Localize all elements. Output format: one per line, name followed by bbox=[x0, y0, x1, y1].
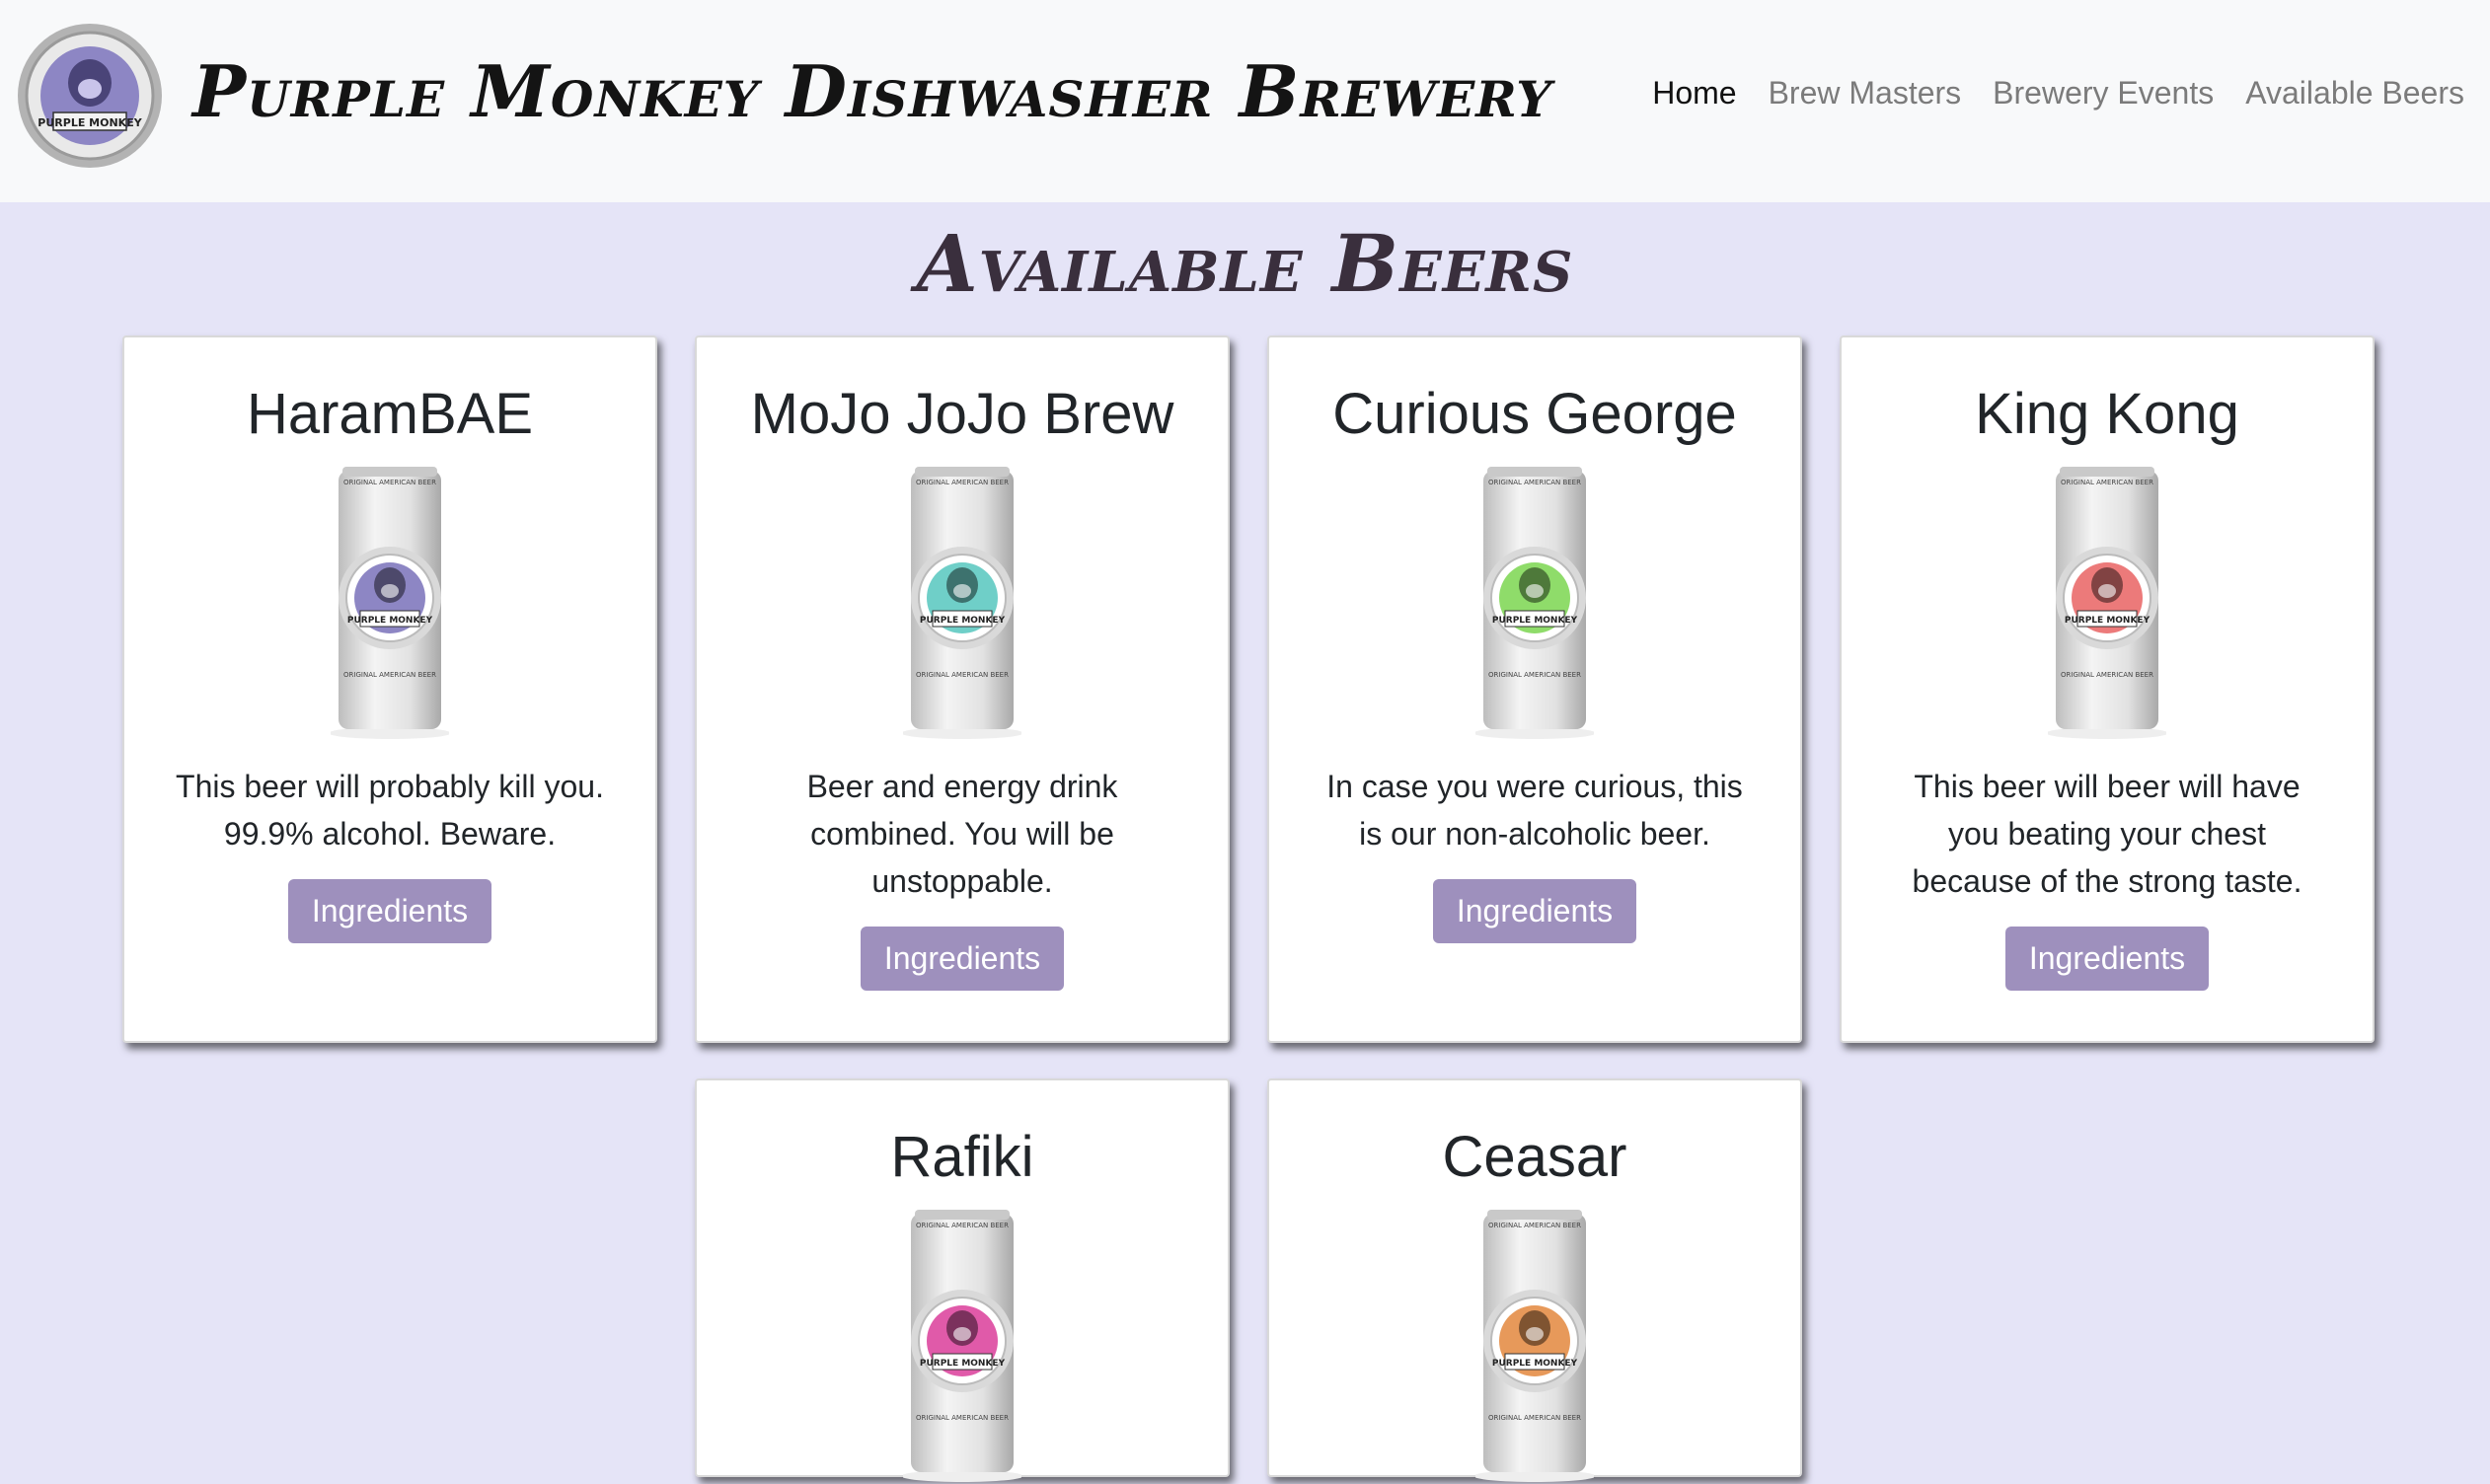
beer-card: HaramBAE ORIGINAL AMERICAN BEER PURPLE MO… bbox=[122, 335, 657, 1043]
beer-card: Curious George ORIGINAL AMERICAN BEER PUR… bbox=[1267, 335, 1802, 1043]
nav-brewery-events[interactable]: Brewery Events bbox=[1993, 75, 2214, 111]
can-badge-text: PURPLE MONKEY bbox=[920, 616, 1006, 626]
can-top-text: ORIGINAL AMERICAN BEER bbox=[916, 479, 1009, 486]
ingredients-button[interactable]: Ingredients bbox=[287, 879, 492, 943]
beer-description: In case you were curious, this is our no… bbox=[1326, 769, 1743, 852]
beer-name: Curious George bbox=[1332, 382, 1737, 446]
beer-card: King Kong ORIGINAL AMERICAN BEER PURPLE M… bbox=[1840, 335, 2375, 1043]
beer-description: This beer will probably kill you. 99.9% … bbox=[176, 769, 604, 852]
beer-can-image: ORIGINAL AMERICAN BEER PURPLE MONKEY ORIGI… bbox=[903, 467, 1021, 739]
ingredients-button[interactable]: Ingredients bbox=[860, 927, 1065, 991]
ingredients-button[interactable]: Ingredients bbox=[1432, 879, 1637, 943]
can-top-text: ORIGINAL AMERICAN BEER bbox=[916, 1222, 1009, 1229]
beer-name: King Kong bbox=[1975, 382, 2239, 446]
can-bottom-text: ORIGINAL AMERICAN BEER bbox=[916, 671, 1009, 679]
beer-card: Ceasar ORIGINAL AMERICAN BEER PURPLE MONK… bbox=[1267, 1078, 1802, 1482]
nav-home[interactable]: Home bbox=[1652, 75, 1736, 111]
beer-can-image: ORIGINAL AMERICAN BEER PURPLE MONKEY ORIGI… bbox=[2048, 467, 2166, 739]
nav-brew-masters[interactable]: Brew Masters bbox=[1769, 75, 1962, 111]
can-top-text: ORIGINAL AMERICAN BEER bbox=[1488, 1222, 1581, 1229]
beer-name: MoJo JoJo Brew bbox=[750, 382, 1174, 446]
can-bottom-text: ORIGINAL AMERICAN BEER bbox=[1488, 671, 1581, 679]
nav-links: Home Brew Masters Brewery Events Availab… bbox=[1652, 75, 2464, 111]
navbar: PURPLE MONKEY Purple Monkey Dishwasher B… bbox=[0, 0, 2490, 202]
can-top-text: ORIGINAL AMERICAN BEER bbox=[2061, 479, 2153, 486]
can-badge-text: PURPLE MONKEY bbox=[2065, 616, 2150, 626]
can-top-text: ORIGINAL AMERICAN BEER bbox=[1488, 479, 1581, 486]
beer-name: HaramBAE bbox=[246, 382, 534, 446]
beer-name: Ceasar bbox=[1442, 1125, 1627, 1189]
beer-description: Beer and energy drink combined. You will… bbox=[806, 769, 1118, 899]
beer-can-image: ORIGINAL AMERICAN BEER PURPLE MONKEY ORIGI… bbox=[1475, 1210, 1594, 1482]
beer-can-image: ORIGINAL AMERICAN BEER PURPLE MONKEY ORIGI… bbox=[903, 1210, 1021, 1482]
can-bottom-text: ORIGINAL AMERICAN BEER bbox=[916, 1414, 1009, 1422]
page-title: Available Beers bbox=[916, 217, 1574, 310]
brand-name[interactable]: Purple Monkey Dishwasher Brewery bbox=[192, 49, 1552, 133]
can-badge-text: PURPLE MONKEY bbox=[1492, 1359, 1578, 1369]
svg-text:PURPLE MONKEY: PURPLE MONKEY bbox=[38, 116, 142, 129]
nav-available-beers[interactable]: Available Beers bbox=[2245, 75, 2464, 111]
can-badge-text: PURPLE MONKEY bbox=[920, 1359, 1006, 1369]
can-top-text: ORIGINAL AMERICAN BEER bbox=[343, 479, 436, 486]
can-bottom-text: ORIGINAL AMERICAN BEER bbox=[1488, 1414, 1581, 1422]
beer-card: MoJo JoJo Brew ORIGINAL AMERICAN BEER PUR… bbox=[695, 335, 1230, 1043]
can-bottom-text: ORIGINAL AMERICAN BEER bbox=[343, 671, 436, 679]
can-badge-text: PURPLE MONKEY bbox=[1492, 616, 1578, 626]
beer-description: This beer will beer will have you beatin… bbox=[1912, 769, 2302, 899]
can-bottom-text: ORIGINAL AMERICAN BEER bbox=[2061, 671, 2153, 679]
beer-name: Rafiki bbox=[890, 1125, 1034, 1189]
brewery-logo[interactable]: PURPLE MONKEY bbox=[16, 22, 164, 170]
beer-card: Rafiki ORIGINAL AMERICAN BEER PURPLE MONK… bbox=[695, 1078, 1230, 1482]
beer-can-image: ORIGINAL AMERICAN BEER PURPLE MONKEY ORIGI… bbox=[1475, 467, 1594, 739]
beer-can-image: ORIGINAL AMERICAN BEER PURPLE MONKEY ORIGI… bbox=[331, 467, 449, 739]
can-badge-text: PURPLE MONKEY bbox=[347, 616, 433, 626]
ingredients-button[interactable]: Ingredients bbox=[2004, 927, 2210, 991]
